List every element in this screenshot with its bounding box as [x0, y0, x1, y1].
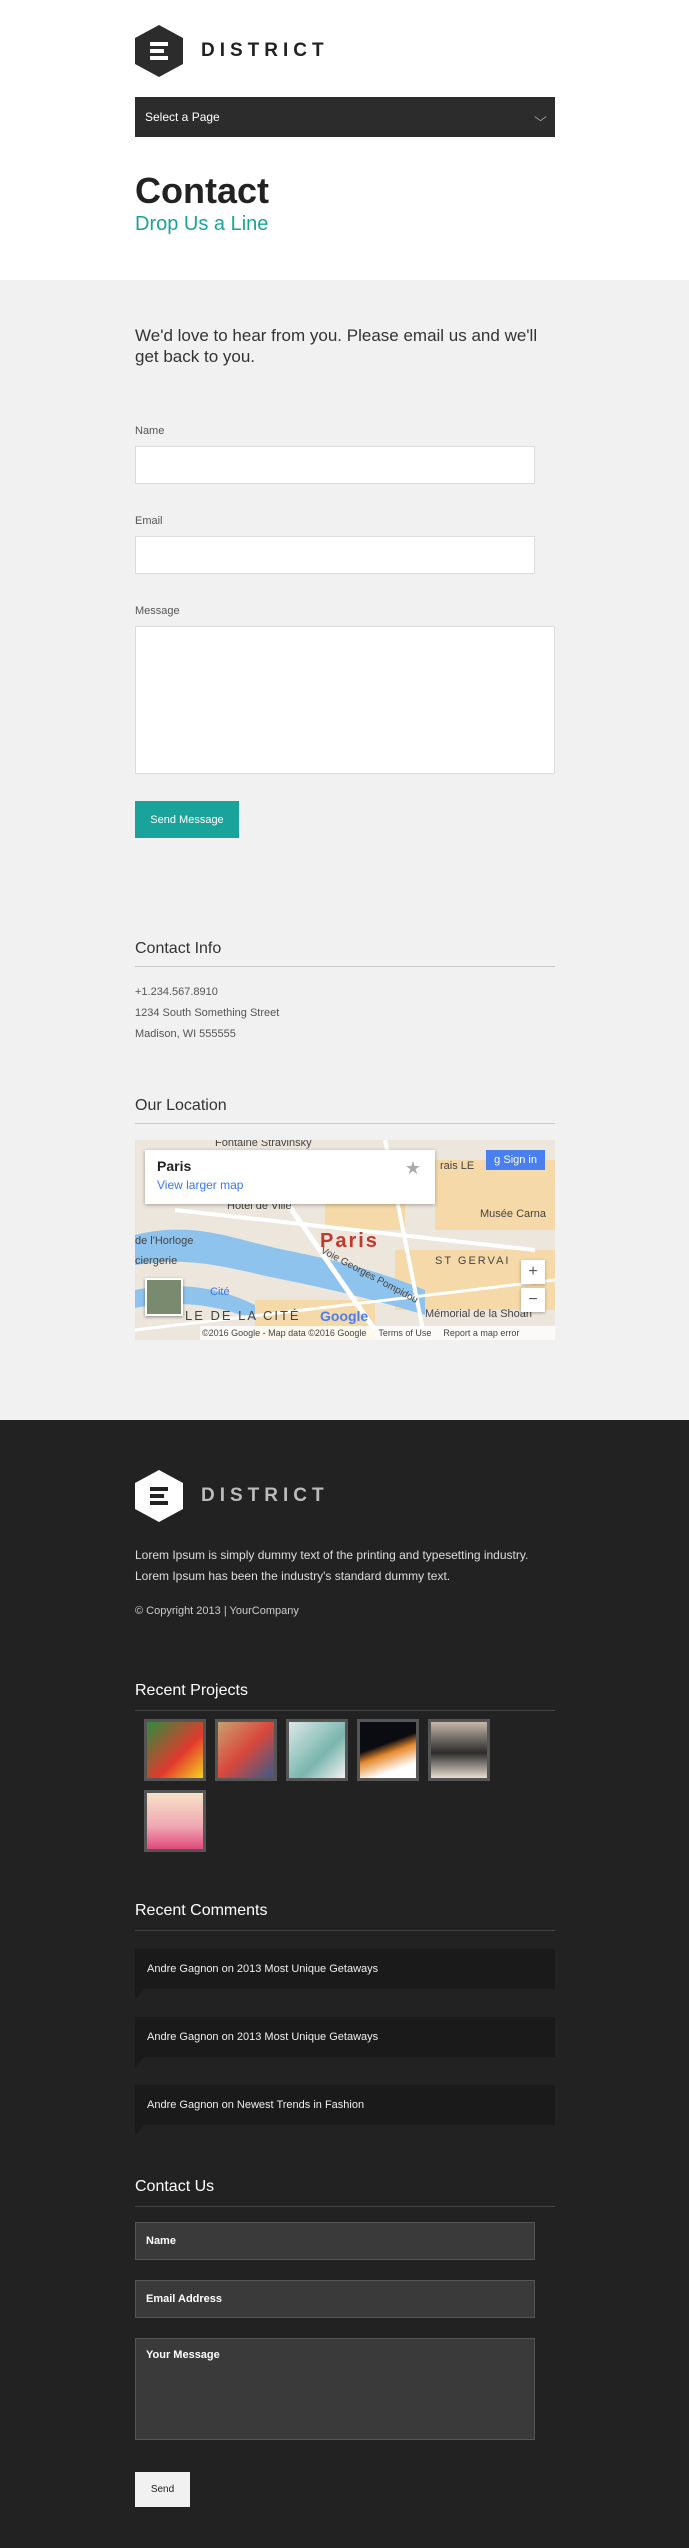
comment-item[interactable]: Andre Gagnon on 2013 Most Unique Getaway… [135, 1949, 555, 1999]
footer-message-textarea[interactable]: Your Message [135, 2338, 535, 2440]
chevron-down-icon: ⌵ [534, 109, 547, 124]
map-label-cite: Cité [210, 1286, 230, 1298]
site-header: DISTRICT Select a Page ⌵ Contact Drop Us… [0, 0, 689, 280]
page-select-dropdown[interactable]: Select a Page ⌵ [135, 97, 555, 137]
google-plus-icon: g [494, 1154, 501, 1166]
map-attribution: ©2016 Google - Map data ©2016 Google [202, 1328, 367, 1338]
map-label-marais: rais LE [440, 1160, 475, 1172]
google-logo: Google [320, 1308, 369, 1324]
zoom-in-button[interactable]: + [521, 1260, 545, 1284]
hexagon-logo-icon [135, 1470, 183, 1522]
contact-street: 1234 South Something Street [135, 1007, 280, 1019]
map-label-cite-island: LE DE LA CITÉ [185, 1308, 301, 1323]
project-thumbnail[interactable] [144, 1790, 206, 1852]
email-label: Email [135, 515, 163, 527]
comment-item[interactable]: Andre Gagnon on 2013 Most Unique Getaway… [135, 2017, 555, 2067]
map-label-st-gervais: ST GERVAI [435, 1255, 511, 1267]
project-thumbnail[interactable] [286, 1719, 348, 1781]
footer-about-text: Lorem Ipsum is simply dummy text of the … [135, 1548, 529, 1583]
map-label-conciergerie: ciergerie [135, 1255, 178, 1267]
map-label-musee: Musée Carna [480, 1208, 547, 1220]
message-textarea[interactable] [135, 626, 555, 774]
sign-in-label: Sign in [503, 1154, 537, 1166]
recent-projects-title: Recent Projects [135, 1682, 555, 1711]
star-icon[interactable]: ★ [405, 1158, 421, 1179]
view-larger-map-link[interactable]: View larger map [157, 1178, 423, 1192]
popup-city: Paris [157, 1158, 192, 1174]
comment-item[interactable]: Andre Gagnon on Newest Trends in Fashion [135, 2085, 555, 2135]
page-select-label: Select a Page [145, 110, 220, 124]
map-sign-in-button[interactable]: g Sign in [486, 1150, 545, 1170]
site-footer: DISTRICT Lorem Ipsum is simply dummy tex… [0, 1420, 689, 2548]
contact-city: Madison, WI 555555 [135, 1028, 236, 1040]
map-city-label: Paris [320, 1230, 379, 1252]
map-report-link[interactable]: Report a map error [443, 1328, 519, 1338]
page-title: Contact [135, 170, 269, 211]
map-footer: ©2016 Google - Map data ©2016 Google Ter… [200, 1326, 555, 1340]
map-terms-link[interactable]: Terms of Use [378, 1328, 431, 1338]
name-label: Name [135, 425, 165, 437]
project-thumbnail[interactable] [215, 1719, 277, 1781]
zoom-out-button[interactable]: − [521, 1288, 545, 1312]
map-info-popup: Paris View larger map ★ [145, 1150, 435, 1204]
footer-name-input[interactable]: Name [135, 2222, 535, 2260]
page-subtitle: Drop Us a Line [135, 213, 269, 235]
hexagon-logo-icon [135, 25, 183, 77]
site-logo[interactable]: DISTRICT [135, 25, 329, 77]
contact-section: We'd love to hear from you. Please email… [0, 280, 689, 1420]
footer-copyright: © Copyright 2013 | YourCompany [135, 1605, 299, 1617]
brand-name: DISTRICT [201, 40, 329, 61]
footer-email-input[interactable]: Email Address [135, 2280, 535, 2318]
map-label-horloge: de l'Horloge [135, 1235, 194, 1247]
footer-logo[interactable]: DISTRICT [135, 1470, 329, 1522]
satellite-view-toggle[interactable] [145, 1278, 183, 1316]
location-map[interactable]: Hôtel de Ville Musée Carna ST GERVAI LE … [135, 1140, 555, 1340]
project-thumbnail[interactable] [428, 1719, 490, 1781]
name-input[interactable] [135, 446, 535, 484]
contact-phone: +1.234.567.8910 [135, 986, 218, 998]
send-message-button[interactable]: Send Message [135, 801, 239, 838]
footer-brand-name: DISTRICT [201, 1485, 329, 1506]
map-label-memorial: Mémorial de la Shoah [425, 1308, 533, 1320]
footer-send-button[interactable]: Send [135, 2472, 190, 2507]
project-thumbnail[interactable] [144, 1719, 206, 1781]
our-location-title: Our Location [135, 1097, 555, 1124]
contact-info-title: Contact Info [135, 940, 555, 967]
message-label: Message [135, 605, 180, 617]
map-label-fontaine: Fontaine Stravinsky [215, 1140, 312, 1149]
contact-us-title: Contact Us [135, 2178, 555, 2207]
email-input[interactable] [135, 536, 535, 574]
contact-intro: We'd love to hear from you. Please email… [135, 326, 538, 366]
project-thumbnail[interactable] [357, 1719, 419, 1781]
recent-comments-title: Recent Comments [135, 1902, 555, 1931]
